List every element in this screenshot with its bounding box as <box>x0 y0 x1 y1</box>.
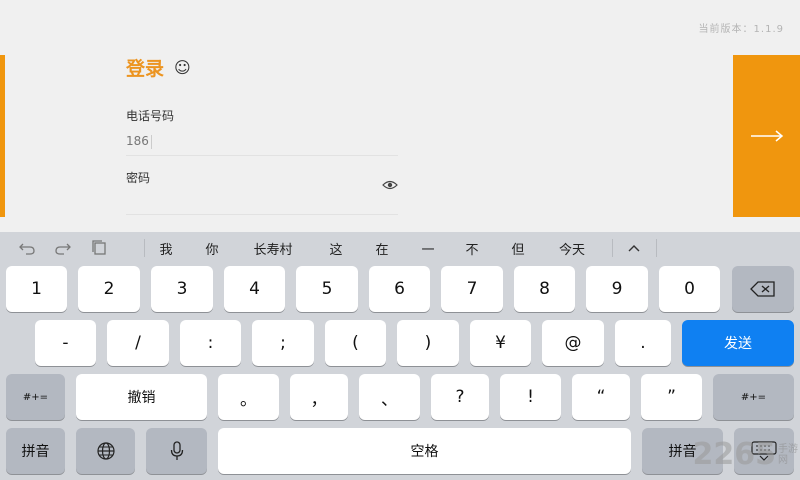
key-exclamation[interactable]: ! <box>500 374 561 420</box>
redo-icon[interactable] <box>54 240 72 256</box>
candidate-word[interactable]: 你 <box>196 232 228 264</box>
key-cn-period[interactable]: 。 <box>218 374 279 420</box>
key-right-paren[interactable]: ) <box>397 320 459 366</box>
login-panel: 当前版本：1.1.9 登录 ☺ 电话号码 186 密码 <box>0 0 800 232</box>
toolbar-divider <box>144 239 145 257</box>
candidate-word[interactable]: 今天 <box>548 232 596 264</box>
candidate-word[interactable]: 一 <box>412 232 444 264</box>
candidate-word[interactable]: 不 <box>456 232 488 264</box>
eye-icon[interactable] <box>382 179 398 191</box>
toolbar-divider <box>612 239 613 257</box>
key-3[interactable]: 3 <box>151 266 213 312</box>
login-submit-button[interactable] <box>733 55 800 217</box>
key-4[interactable]: 4 <box>224 266 285 312</box>
undo-icon[interactable] <box>18 240 36 256</box>
key-slash[interactable]: / <box>107 320 169 366</box>
watermark-text: 手游 网 <box>778 444 798 466</box>
clipboard-icon[interactable] <box>90 240 108 256</box>
backspace-key[interactable] <box>732 266 794 312</box>
key-colon[interactable]: : <box>180 320 241 366</box>
send-button[interactable]: 发送 <box>682 320 794 366</box>
key-0[interactable]: 0 <box>659 266 720 312</box>
watermark-text-line2: 网 <box>778 454 788 466</box>
key-cn-enum-comma[interactable]: 、 <box>359 374 420 420</box>
microphone-icon <box>170 441 183 460</box>
phone-value: 186 <box>126 134 149 148</box>
candidate-toolbar: 我 你 长寿村 这 在 一 不 但 今天 <box>0 232 800 264</box>
login-title: 登录 ☺ <box>126 54 191 81</box>
login-title-text: 登录 <box>126 58 165 80</box>
left-accent-strip <box>0 55 5 217</box>
key-close-quote[interactable]: ” <box>641 374 702 420</box>
key-period[interactable]: . <box>615 320 671 366</box>
key-5[interactable]: 5 <box>296 266 358 312</box>
password-input-underline[interactable] <box>126 214 398 215</box>
collapse-candidates-button[interactable] <box>618 232 650 264</box>
smiley-icon: ☺ <box>174 58 191 77</box>
key-hyphen[interactable]: - <box>35 320 96 366</box>
phone-label: 电话号码 <box>126 109 175 123</box>
key-6[interactable]: 6 <box>369 266 430 312</box>
watermark-number: 2265 <box>692 437 777 472</box>
backspace-icon <box>750 281 775 297</box>
version-label: 当前版本：1.1.9 <box>698 24 784 35</box>
key-cn-comma[interactable]: ， <box>290 374 348 420</box>
password-label: 密码 <box>126 171 151 185</box>
key-left-paren[interactable]: ( <box>325 320 386 366</box>
space-key[interactable]: 空格 <box>218 428 631 474</box>
toolbar-divider <box>656 239 657 257</box>
key-1[interactable]: 1 <box>6 266 67 312</box>
watermark-text-line1: 手游 <box>778 443 798 455</box>
pinyin-key[interactable]: 拼音 <box>6 428 65 474</box>
text-caret <box>150 134 152 149</box>
app-screen: 当前版本：1.1.9 登录 ☺ 电话号码 186 密码 我 你 长寿村 这 在 … <box>0 0 800 480</box>
candidate-word[interactable]: 这 <box>320 232 352 264</box>
globe-key[interactable] <box>76 428 135 474</box>
key-8[interactable]: 8 <box>514 266 575 312</box>
candidate-word[interactable]: 我 <box>150 232 182 264</box>
candidate-word[interactable]: 长寿村 <box>244 232 302 264</box>
arrow-right-icon <box>750 130 783 142</box>
candidate-word[interactable]: 在 <box>366 232 398 264</box>
phone-input[interactable]: 186 <box>126 134 398 156</box>
key-question[interactable]: ? <box>431 374 489 420</box>
key-7[interactable]: 7 <box>441 266 503 312</box>
candidate-word[interactable]: 但 <box>502 232 534 264</box>
key-2[interactable]: 2 <box>78 266 140 312</box>
symbol-mode-key[interactable]: #+= <box>6 374 65 420</box>
soft-keyboard: 我 你 长寿村 这 在 一 不 但 今天 1 2 3 4 5 6 7 8 9 0 <box>0 232 800 480</box>
key-9[interactable]: 9 <box>586 266 648 312</box>
site-watermark: 2265 手游 网 <box>693 437 799 472</box>
undo-key[interactable]: 撤销 <box>76 374 207 420</box>
microphone-key[interactable] <box>146 428 207 474</box>
key-at[interactable]: @ <box>542 320 604 366</box>
chevron-up-icon <box>628 245 640 252</box>
key-open-quote[interactable]: “ <box>572 374 630 420</box>
key-yen[interactable]: ¥ <box>470 320 531 366</box>
globe-icon <box>96 442 115 460</box>
symbol-mode-key[interactable]: #+= <box>713 374 794 420</box>
key-semicolon[interactable]: ; <box>252 320 314 366</box>
